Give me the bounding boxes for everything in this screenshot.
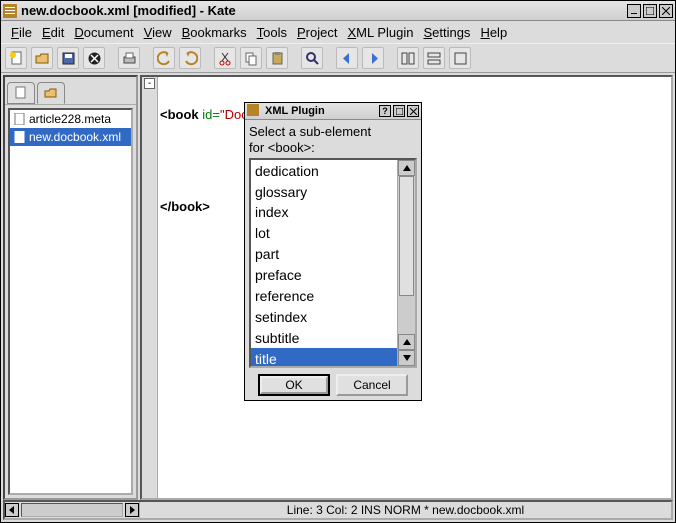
menu-help[interactable]: Help (476, 23, 511, 42)
main-maximize-button[interactable] (643, 4, 657, 18)
print-button[interactable] (118, 47, 140, 69)
main-titlebar[interactable]: new.docbook.xml [modified] - Kate (1, 1, 675, 21)
undo-button[interactable] (153, 47, 175, 69)
file-item[interactable]: article228.meta (10, 110, 131, 128)
file-item[interactable]: new.docbook.xml (10, 128, 131, 146)
code-tag: <book (160, 107, 202, 122)
popup-label: Select a sub-element for <book>: (249, 124, 417, 155)
nav-back-button[interactable] (336, 47, 358, 69)
unsplit-button[interactable] (449, 47, 471, 69)
hscroll-track[interactable] (21, 503, 123, 517)
menu-document[interactable]: Document (70, 23, 137, 42)
stop-button[interactable] (83, 47, 105, 69)
app-icon (247, 104, 261, 118)
popup-help-button[interactable]: ? (379, 105, 391, 117)
cut-button[interactable] (214, 47, 236, 69)
sidebar: article228.meta new.docbook.xml (3, 75, 138, 500)
scroll-up-button[interactable] (398, 160, 415, 176)
menu-tools[interactable]: Tools (253, 23, 291, 42)
scroll-up-step-button[interactable] (398, 334, 415, 350)
list-item[interactable]: preface (251, 265, 397, 286)
cancel-button[interactable]: Cancel (336, 374, 408, 396)
sidebar-tab-docs[interactable] (7, 82, 35, 104)
nav-forward-button[interactable] (362, 47, 384, 69)
menu-file[interactable]: File (7, 23, 36, 42)
statusbar: Line: 3 Col: 2 INS NORM * new.docbook.xm… (3, 500, 673, 520)
fold-marker-icon[interactable]: - (144, 78, 155, 89)
file-list[interactable]: article228.meta new.docbook.xml (8, 108, 133, 495)
hscroll-right-button[interactable] (125, 503, 139, 517)
toolbar (1, 43, 675, 73)
menu-settings[interactable]: Settings (419, 23, 474, 42)
list-item[interactable]: subtitle (251, 327, 397, 348)
split-horiz-button[interactable] (423, 47, 445, 69)
find-button[interactable] (301, 47, 323, 69)
popup-close-button[interactable] (407, 105, 419, 117)
popup-label-line: for <book>: (249, 140, 417, 156)
list-item[interactable]: lot (251, 223, 397, 244)
list-item[interactable]: setindex (251, 306, 397, 327)
hscroll-left-button[interactable] (5, 503, 19, 517)
document-icon (14, 113, 26, 125)
split-vert-button[interactable] (397, 47, 419, 69)
list-item[interactable]: glossary (251, 181, 397, 202)
scroll-thumb[interactable] (399, 176, 414, 296)
ok-button[interactable]: OK (258, 374, 330, 396)
menu-project[interactable]: Project (293, 23, 341, 42)
copy-button[interactable] (240, 47, 262, 69)
fold-gutter[interactable]: - (142, 77, 158, 498)
open-file-button[interactable] (31, 47, 53, 69)
main-close-button[interactable] (659, 4, 673, 18)
listbox-scrollbar[interactable] (397, 160, 415, 366)
menu-bookmarks[interactable]: Bookmarks (178, 23, 251, 42)
list-item[interactable]: title (251, 348, 397, 366)
code-tag: </book> (160, 199, 210, 214)
new-file-button[interactable] (5, 47, 27, 69)
app-icon (3, 4, 17, 18)
status-text: Line: 3 Col: 2 INS NORM * new.docbook.xm… (140, 503, 671, 517)
main-title-text: new.docbook.xml [modified] - Kate (21, 3, 627, 18)
popup-maximize-button[interactable] (393, 105, 405, 117)
list-item[interactable]: reference (251, 286, 397, 307)
main-minimize-button[interactable] (627, 4, 641, 18)
xml-plugin-dialog: XML Plugin ? Select a sub-element for <b… (244, 102, 422, 401)
menubar: File Edit Document View Bookmarks Tools … (1, 21, 675, 43)
paste-button[interactable] (266, 47, 288, 69)
element-listbox[interactable]: dedicationglossaryindexlotpartprefaceref… (249, 158, 417, 368)
redo-button[interactable] (179, 47, 201, 69)
sidebar-tabstrip (5, 77, 136, 105)
document-icon (14, 131, 26, 143)
popup-titlebar[interactable]: XML Plugin ? (245, 103, 421, 120)
menu-xmlplugin[interactable]: XML Plugin (343, 23, 417, 42)
file-item-label: new.docbook.xml (29, 130, 121, 144)
scroll-down-button[interactable] (398, 350, 415, 366)
save-file-button[interactable] (57, 47, 79, 69)
sidebar-tab-files[interactable] (37, 82, 65, 104)
list-item[interactable]: dedication (251, 160, 397, 181)
menu-edit[interactable]: Edit (38, 23, 68, 42)
code-attr: id= (202, 107, 220, 122)
popup-title-text: XML Plugin (265, 105, 379, 117)
menu-view[interactable]: View (140, 23, 176, 42)
list-item[interactable]: part (251, 244, 397, 265)
file-item-label: article228.meta (29, 112, 111, 126)
scroll-track[interactable] (398, 176, 415, 334)
popup-label-line: Select a sub-element (249, 124, 417, 140)
list-item[interactable]: index (251, 202, 397, 223)
